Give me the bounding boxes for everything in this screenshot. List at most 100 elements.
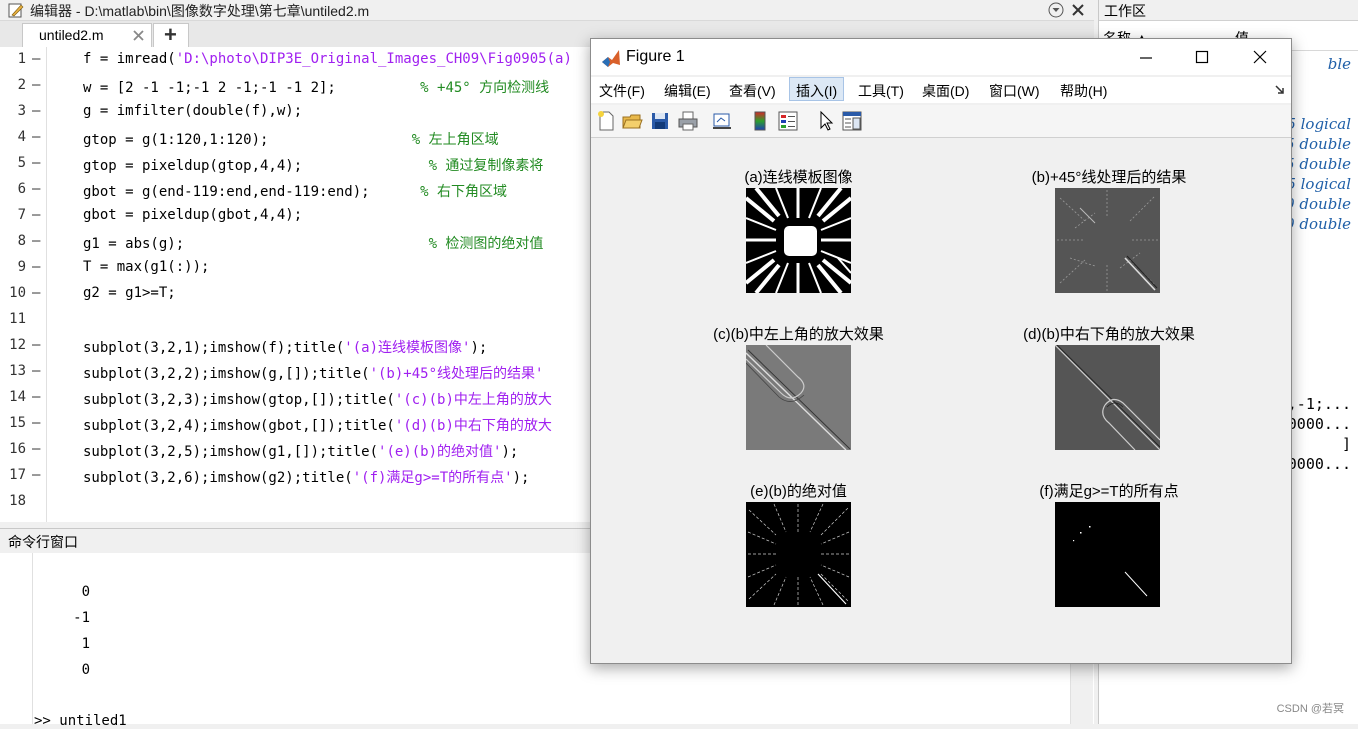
code-line[interactable]: subplot(3,2,2);imshow(g,[]);title('(b)+4…	[83, 363, 543, 383]
breakpoint-marker[interactable]: —	[32, 259, 40, 275]
figure-window[interactable]: Figure 1 文件(F) 编辑(E) 查看(V) 插入(I) 工具(T) 桌…	[590, 38, 1292, 664]
figure-canvas[interactable]: (a)连线模板图像 (b)+45°线处理后的结果 (c)(b)中左上角的放大效果…	[591, 138, 1291, 663]
subplot-image-b[interactable]	[1055, 188, 1160, 293]
breakpoint-marker[interactable]: —	[32, 155, 40, 171]
line-number: 3	[17, 103, 26, 119]
tab-close-icon[interactable]	[133, 30, 144, 41]
subplot-image-a[interactable]	[746, 188, 851, 293]
code-line[interactable]: gtop = g(1:120,1:120); % 左上角区域	[83, 129, 499, 149]
breakpoint-marker[interactable]: —	[32, 415, 40, 431]
code-line[interactable]: gbot = pixeldup(gbot,4,4);	[83, 207, 302, 223]
code-line[interactable]: g = imfilter(double(f),w);	[83, 103, 302, 119]
line-number: 9	[17, 259, 26, 275]
tab-untiled2[interactable]: untiled2.m	[22, 23, 152, 47]
breakpoint-marker[interactable]: —	[32, 51, 40, 67]
line-number: 11	[9, 311, 26, 327]
print-icon[interactable]	[677, 110, 699, 132]
breakpoint-marker[interactable]: —	[32, 363, 40, 379]
breakpoint-marker[interactable]: —	[32, 441, 40, 457]
link-plot-icon[interactable]	[711, 110, 733, 132]
dock-arrow-icon[interactable]	[1275, 85, 1285, 95]
minimize-icon[interactable]	[1139, 51, 1153, 65]
code-text: w = [2 -1 -1;-1 2 -1;-1 -1 2];	[83, 80, 421, 96]
colorbar-icon[interactable]	[749, 110, 771, 132]
menu-help[interactable]: 帮助(H)	[1060, 81, 1107, 101]
line-number: 6	[17, 181, 26, 197]
code-line[interactable]: gbot = g(end-119:end,end-119:end); % 右下角…	[83, 181, 507, 201]
code-comment: % +45° 方向检测线	[420, 80, 550, 96]
menu-insert[interactable]: 插入(I)	[789, 77, 845, 101]
code-line[interactable]: subplot(3,2,3);imshow(gtop,[]);title('(c…	[83, 389, 552, 409]
code-line[interactable]: w = [2 -1 -1;-1 2 -1;-1 -1 2]; % +45° 方向…	[83, 77, 549, 97]
code-line[interactable]: gtop = pixeldup(gtop,4,4); % 通过复制像素将	[83, 155, 543, 175]
line-number: 15	[9, 415, 26, 431]
close-icon[interactable]	[1071, 3, 1085, 17]
code-text: subplot(3,2,5);imshow(g1,[]);title(	[83, 444, 379, 460]
subplot-image-c[interactable]	[746, 345, 851, 450]
property-editor-icon[interactable]	[841, 110, 863, 132]
menu-view[interactable]: 查看(V)	[729, 81, 776, 101]
breakpoint-marker[interactable]: —	[32, 233, 40, 249]
maximize-icon[interactable]	[1195, 50, 1209, 64]
code-line[interactable]: T = max(g1(:));	[83, 259, 209, 275]
close-icon[interactable]	[1253, 50, 1267, 64]
code-line[interactable]: subplot(3,2,4);imshow(gbot,[]);title('(d…	[83, 415, 552, 435]
breakpoint-marker[interactable]: —	[32, 77, 40, 93]
menu-desktop[interactable]: 桌面(D)	[922, 81, 969, 101]
code-tail: );	[470, 340, 488, 356]
output-value: 0	[81, 584, 90, 600]
subplot-title-b: (b)+45°线处理后的结果	[1031, 169, 1187, 186]
line-number: 17	[9, 467, 26, 483]
code-line[interactable]: subplot(3,2,6);imshow(g2);title('(f)满足g>…	[83, 467, 529, 487]
menu-tools[interactable]: 工具(T)	[858, 81, 904, 101]
breakpoint-marker[interactable]: —	[32, 181, 40, 197]
menu-edit[interactable]: 编辑(E)	[664, 81, 711, 101]
legend-icon[interactable]	[777, 110, 799, 132]
panel-menu-icon[interactable]	[1048, 2, 1064, 18]
line-number: 18	[9, 493, 26, 509]
line-number: 2	[17, 77, 26, 93]
breakpoint-marker[interactable]: —	[32, 389, 40, 405]
subplot-title-d: (d)(b)中右下角的放大效果	[1023, 326, 1195, 343]
line-number: 4	[17, 129, 26, 145]
code-comment: % 通过复制像素将	[428, 158, 544, 174]
string-literal: 'D:\photo\DIP3E_Original_Images_CH09\Fig…	[175, 51, 572, 67]
breakpoint-marker[interactable]: —	[32, 337, 40, 353]
menu-window[interactable]: 窗口(W)	[989, 81, 1040, 101]
code-line[interactable]: g2 = g1>=T;	[83, 285, 176, 301]
line-number: 1	[17, 51, 26, 67]
open-file-icon[interactable]	[621, 110, 643, 132]
subplot-image-d[interactable]	[1055, 345, 1160, 450]
code-text: subplot(3,2,3);imshow(gtop,[]);title(	[83, 392, 395, 408]
command-prompt[interactable]: >> untiled1	[34, 713, 127, 729]
code-text: gbot = g(end-119:end,end-119:end);	[83, 184, 421, 200]
breakpoint-marker[interactable]: —	[32, 207, 40, 223]
line-number: 14	[9, 389, 26, 405]
subplot-image-e[interactable]	[746, 502, 851, 607]
code-tail: );	[512, 470, 530, 486]
breakpoint-marker[interactable]: —	[32, 129, 40, 145]
code-text: subplot(3,2,6);imshow(g2);title(	[83, 470, 353, 486]
code-line[interactable]: subplot(3,2,1);imshow(f);title('(a)连线模板图…	[83, 337, 487, 357]
string-literal: '(e)(b)的绝对值'	[378, 444, 502, 460]
code-text: subplot(3,2,4);imshow(gbot,[]);title(	[83, 418, 395, 434]
breakpoint-marker[interactable]: —	[32, 103, 40, 119]
code-line[interactable]: subplot(3,2,5);imshow(g1,[]);title('(e)(…	[83, 441, 518, 461]
breakpoint-marker[interactable]: —	[32, 285, 40, 301]
subplot-image-f[interactable]	[1055, 502, 1160, 607]
new-figure-icon[interactable]	[595, 110, 617, 132]
select-arrow-icon[interactable]	[815, 110, 837, 132]
code-comment: % 检测图的绝对值	[428, 236, 544, 252]
figure-toolbar	[591, 105, 1291, 138]
menu-file[interactable]: 文件(F)	[599, 81, 645, 101]
save-icon[interactable]	[649, 110, 671, 132]
code-line[interactable]: g1 = abs(g); % 检测图的绝对值	[83, 233, 543, 253]
code-line[interactable]: f = imread('D:\photo\DIP3E_Original_Imag…	[83, 51, 572, 67]
string-literal: '(a)连线模板图像'	[344, 340, 471, 356]
output-value: 1	[81, 636, 90, 652]
line-gutter: 1 — 2 — 3 — 4 — 5 — 6 — 7 — 8 — 9 — 10 — 11 12 — 13 — 14 — 15 — 16 — 17…	[0, 47, 47, 522]
new-tab-button[interactable]: +	[153, 22, 189, 47]
string-literal: '(f)满足g>=T的所有点'	[352, 470, 513, 486]
code-text: subplot(3,2,1);imshow(f);title(	[83, 340, 345, 356]
breakpoint-marker[interactable]: —	[32, 467, 40, 483]
